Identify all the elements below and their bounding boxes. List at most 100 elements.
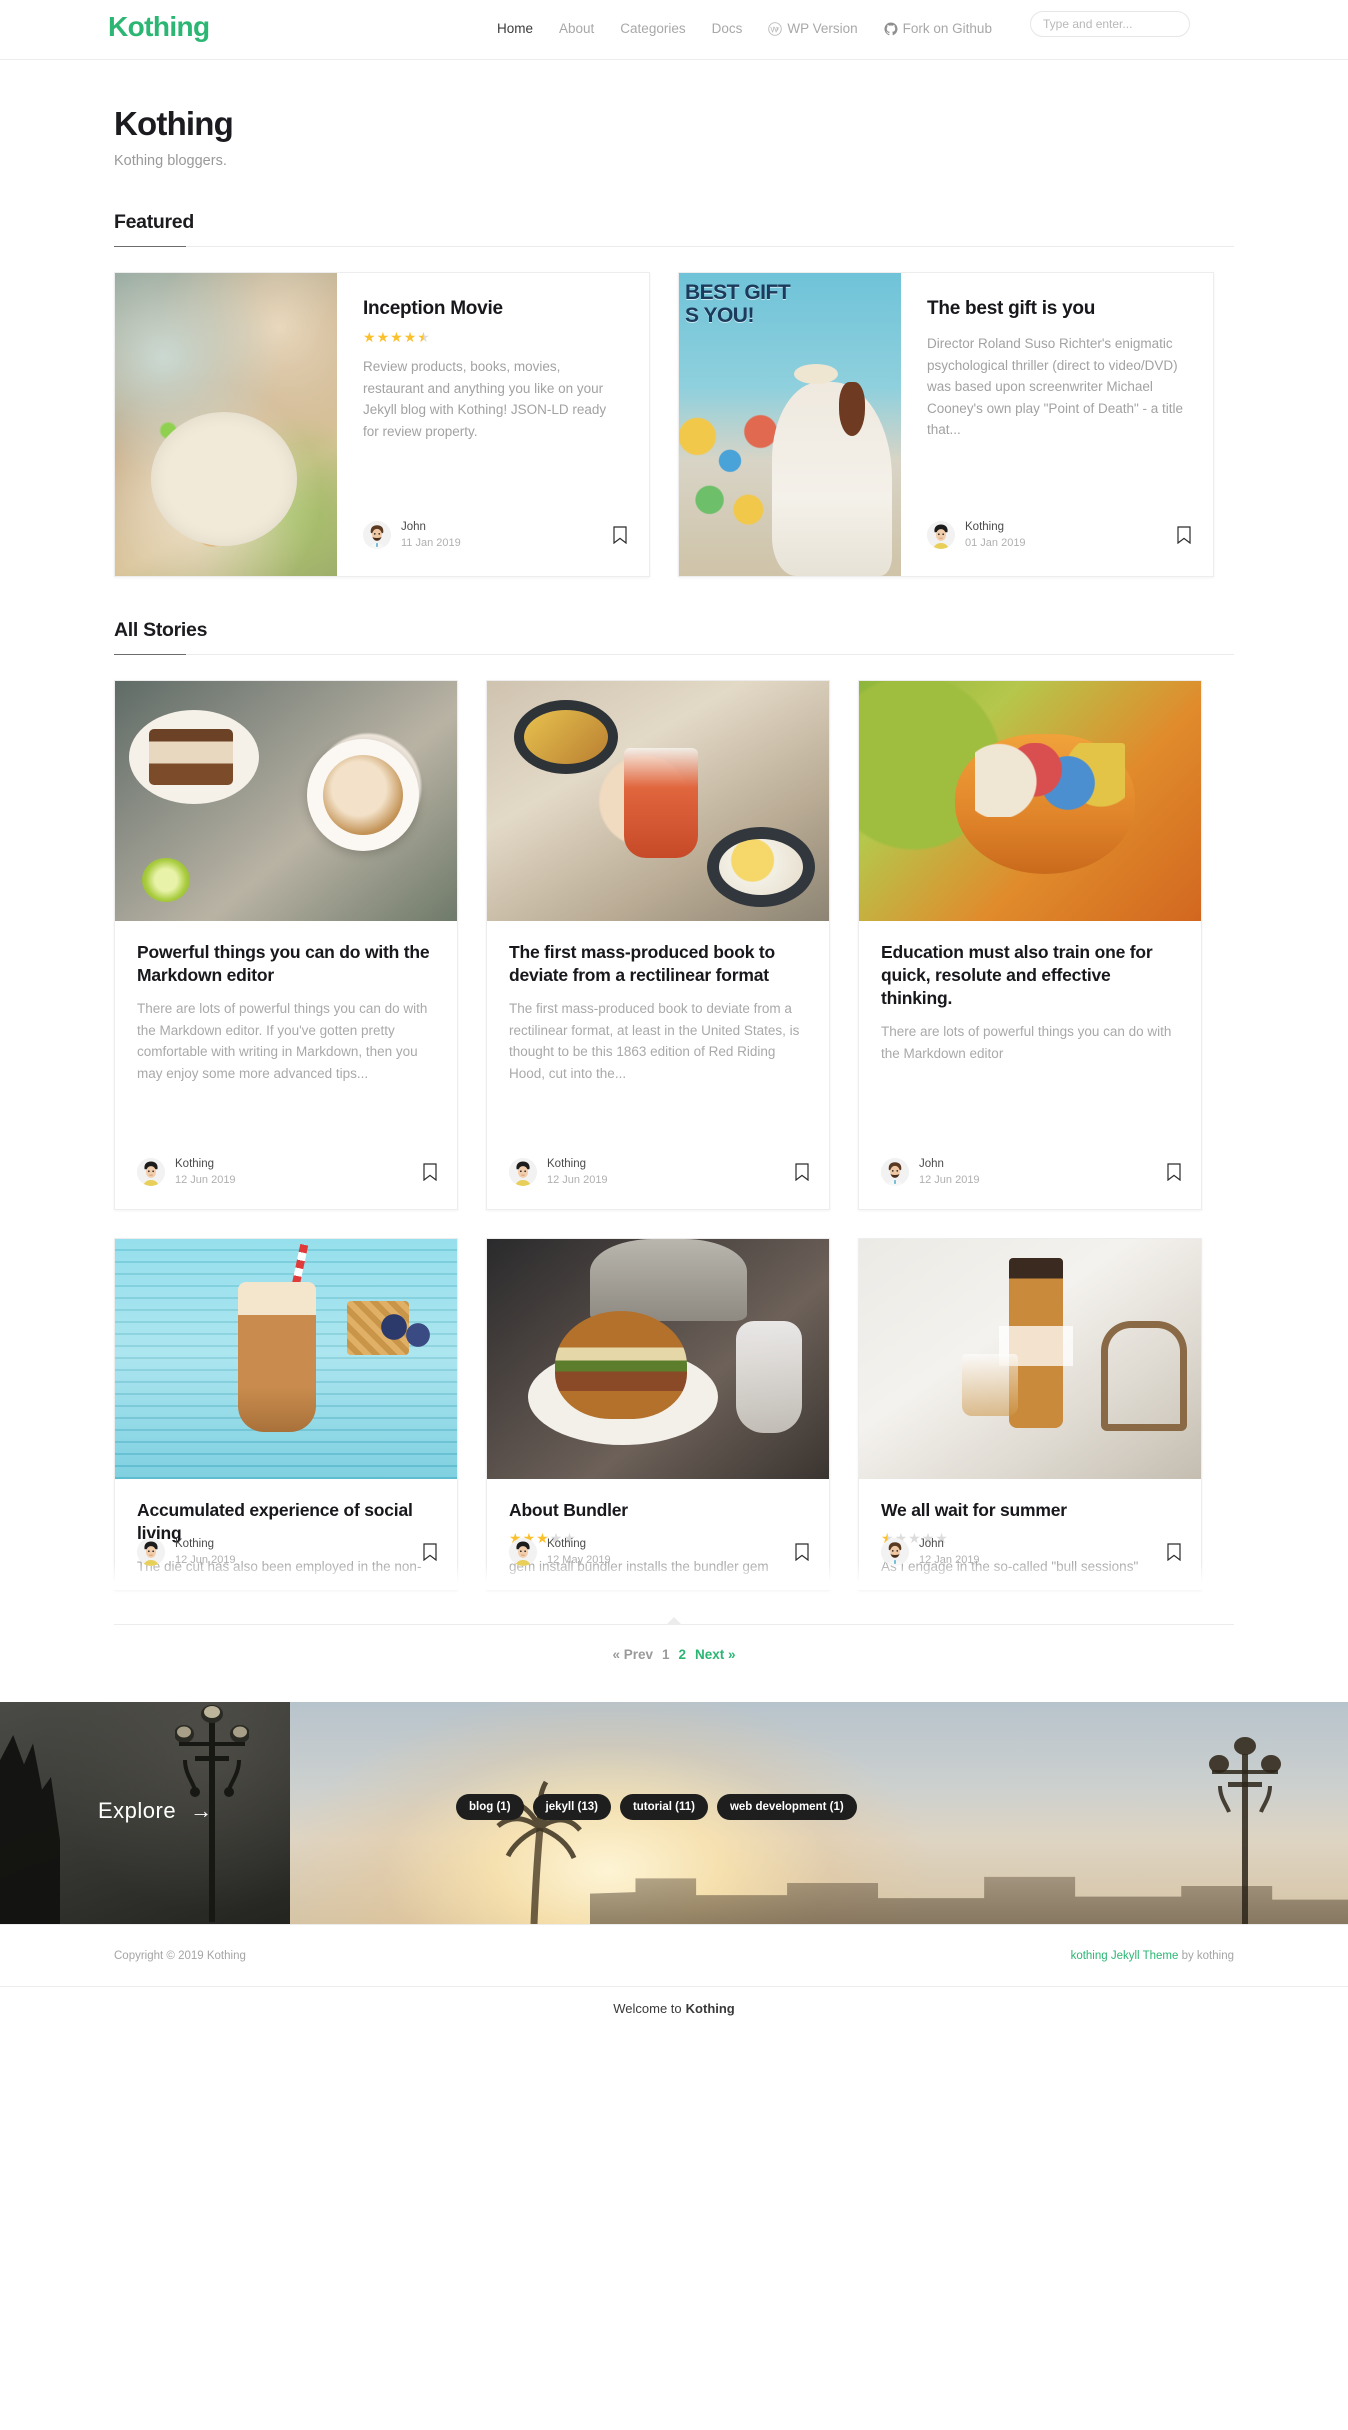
pagination: « Prev 1 2 Next » [612, 1647, 735, 1662]
bookmark-icon[interactable] [795, 1163, 809, 1182]
nav-item-about[interactable]: About [559, 20, 594, 38]
section-divider [114, 654, 1234, 655]
nav-item-docs[interactable]: Docs [712, 20, 743, 38]
nav-item-categories[interactable]: Categories [620, 20, 685, 38]
bookmark-icon[interactable] [795, 1543, 809, 1562]
article-meta: John 12 Jan 2019 [881, 1537, 1181, 1567]
article-author[interactable]: John [919, 1537, 1167, 1551]
article-title[interactable]: The first mass-produced book to deviate … [509, 941, 807, 987]
footer-theme-link[interactable]: kothing Jekyll Theme [1071, 1950, 1179, 1962]
article-meta: Kothing 12 May 2019 [509, 1537, 809, 1567]
bookmark-icon[interactable] [1167, 1163, 1181, 1182]
article-meta: Kothing 01 Jan 2019 [927, 520, 1191, 550]
article-title[interactable]: The best gift is you [927, 297, 1187, 321]
nav-item-wp-version[interactable]: WP Version [768, 20, 858, 38]
article-author[interactable]: John [919, 1157, 1167, 1171]
bookmark-icon[interactable] [423, 1163, 437, 1182]
article-thumbnail[interactable] [115, 1239, 457, 1479]
article-thumbnail[interactable] [115, 273, 337, 576]
featured-card[interactable]: Inception Movie ★ ★ ★ ★ ★ Review product… [114, 272, 650, 577]
pagination-prev[interactable]: « Prev [612, 1647, 653, 1662]
article-meta: Kothing 12 Jun 2019 [509, 1157, 809, 1187]
nav-item-home[interactable]: Home [497, 20, 533, 38]
article-author[interactable]: Kothing [547, 1537, 795, 1551]
article-title[interactable]: Inception Movie [363, 297, 623, 321]
tree-silhouette [0, 1735, 60, 1924]
story-card[interactable]: The first mass-produced book to deviate … [486, 680, 830, 1210]
star-rating: ★ ★ ★ ★ ★ [363, 330, 623, 344]
article-author[interactable]: Kothing [965, 520, 1177, 534]
tag-blog[interactable]: blog (1) [456, 1794, 524, 1820]
tag-jekyll[interactable]: jekyll (13) [532, 1794, 611, 1820]
article-title[interactable]: Education must also train one for quick,… [881, 941, 1179, 1010]
article-thumbnail[interactable] [859, 1239, 1201, 1479]
carrot-basket-photo [859, 681, 1201, 921]
story-card[interactable]: Accumulated experience of social living … [114, 1238, 458, 1590]
pagination-page-1[interactable]: 1 [662, 1647, 670, 1662]
cocktail-brunch-photo [487, 681, 829, 921]
meta-text: Kothing 12 May 2019 [547, 1537, 795, 1567]
article-title[interactable]: About Bundler [509, 1499, 807, 1522]
burger-photo [487, 1239, 829, 1479]
article-author[interactable]: Kothing [175, 1537, 423, 1551]
arrow-right-icon: → [190, 1798, 213, 1823]
avatar [927, 521, 955, 549]
tag-web-development[interactable]: web development (1) [716, 1794, 857, 1820]
article-date: 12 Jan 2019 [919, 1554, 980, 1566]
article-date: 11 Jan 2019 [401, 537, 461, 549]
nav-label: Fork on Github [902, 21, 992, 36]
article-title[interactable]: We all wait for summer [881, 1499, 1179, 1522]
meta-text: Kothing 12 Jun 2019 [547, 1157, 795, 1187]
article-thumbnail[interactable] [859, 681, 1201, 921]
explore-banner: Explore → blog (1) jekyll (13) tutorial … [0, 1702, 1348, 1924]
story-card[interactable]: We all wait for summer ★ ★ ★ ★ ★ As I en… [858, 1238, 1202, 1590]
story-card[interactable]: Education must also train one for quick,… [858, 680, 1202, 1210]
avatar [509, 1158, 537, 1186]
star-icon: ★ [390, 329, 403, 345]
article-excerpt: The first mass-produced book to deviate … [509, 1001, 800, 1081]
story-card[interactable]: Powerful things you can do with the Mark… [114, 680, 458, 1210]
avatar [137, 1538, 165, 1566]
star-icon: ★ [363, 329, 376, 345]
featured-card-body: Inception Movie ★ ★ ★ ★ ★ Review product… [337, 273, 649, 576]
explore-right-panel: blog (1) jekyll (13) tutorial (11) web d… [290, 1702, 1348, 1924]
article-excerpt: There are lots of powerful things you ca… [137, 1001, 428, 1081]
featured-heading: Featured [114, 211, 194, 233]
nav-item-fork-on-github[interactable]: Fork on Github [884, 20, 992, 38]
article-thumbnail[interactable] [487, 681, 829, 921]
bookmark-icon[interactable] [423, 1543, 437, 1562]
bookmark-icon[interactable] [1167, 1543, 1181, 1562]
story-card-body: About Bundler ★ ★ ★ ★ ★ gem install bund… [487, 1479, 829, 1589]
pagination-page-2-current[interactable]: 2 [679, 1647, 687, 1662]
site-logo[interactable]: Kothing [108, 10, 210, 44]
whisky-bottle-photo [859, 1239, 1201, 1479]
featured-card[interactable]: BEST GIFT S YOU! The best gift is you Dir… [678, 272, 1214, 577]
article-author[interactable]: Kothing [175, 1157, 423, 1171]
section-divider [114, 246, 1234, 247]
article-date: 12 Jun 2019 [919, 1174, 980, 1186]
pagination-next[interactable]: Next » [695, 1647, 736, 1662]
scroll-up-arrow-icon[interactable] [666, 1617, 682, 1625]
article-title[interactable]: Powerful things you can do with the Mark… [137, 941, 435, 987]
article-thumbnail[interactable] [115, 681, 457, 921]
search-input[interactable] [1030, 11, 1190, 37]
article-excerpt: Director Roland Suso Richter's enigmatic… [927, 336, 1184, 437]
bookmark-icon[interactable] [1177, 526, 1191, 545]
avatar [881, 1538, 909, 1566]
article-author[interactable]: Kothing [547, 1157, 795, 1171]
article-thumbnail[interactable] [487, 1239, 829, 1479]
tag-tutorial[interactable]: tutorial (11) [619, 1794, 708, 1820]
article-author[interactable]: John [401, 520, 613, 534]
bookmark-icon[interactable] [613, 526, 627, 545]
article-meta: John 12 Jun 2019 [881, 1157, 1181, 1187]
explore-label: Explore [98, 1798, 177, 1823]
meta-text: John 12 Jan 2019 [919, 1537, 1167, 1567]
meta-text: John 11 Jan 2019 [401, 520, 613, 550]
story-card-body: Education must also train one for quick,… [859, 921, 1201, 1064]
story-card-body: Accumulated experience of social living … [115, 1479, 457, 1589]
explore-link[interactable]: Explore → [98, 1798, 213, 1824]
article-thumbnail[interactable]: BEST GIFT S YOU! [679, 273, 901, 576]
article-date: 12 Jun 2019 [547, 1174, 608, 1186]
site-header: Kothing Home About Categories Docs WP Ve… [0, 0, 1348, 60]
story-card[interactable]: About Bundler ★ ★ ★ ★ ★ gem install bund… [486, 1238, 830, 1590]
